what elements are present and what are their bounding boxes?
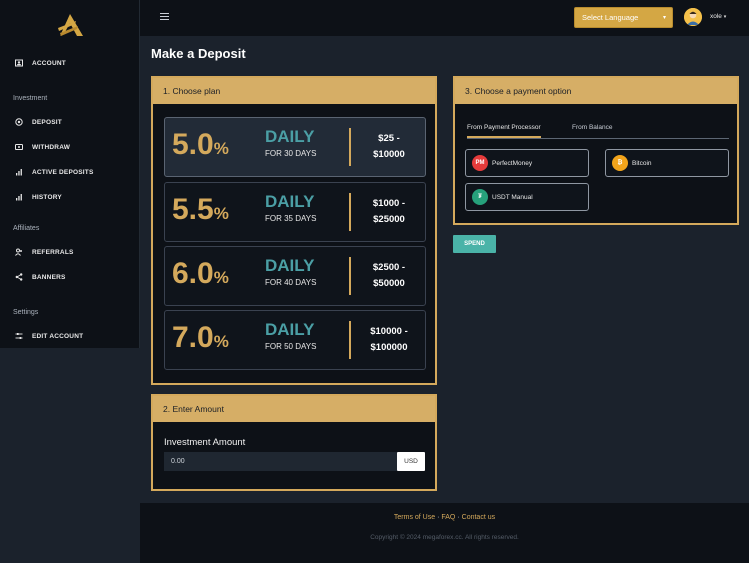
plan-rate: 7.0%	[172, 321, 229, 354]
sidebar-item-label: ACCOUNT	[32, 59, 66, 67]
plan-divider	[349, 193, 351, 231]
footer-links: Terms of Use · FAQ · Contact us	[140, 514, 749, 521]
chevron-down-icon: ▾	[662, 15, 666, 21]
hamburger-menu-icon[interactable]	[160, 13, 169, 21]
payment-option-perfectmoney[interactable]: PM PerfectMoney	[465, 149, 589, 177]
top-bar: Select Language ▾ xole ▾	[140, 0, 749, 36]
tab-payment-processor[interactable]: From Payment Processor	[467, 124, 541, 138]
investment-amount-label: Investment Amount	[164, 437, 246, 448]
sidebar-item-label: REFERRALS	[32, 248, 74, 256]
deposit-icon	[14, 117, 24, 127]
user-menu[interactable]: xole ▾	[710, 13, 726, 20]
withdraw-icon	[14, 142, 24, 152]
plan-price-range: $25 - $10000	[373, 132, 405, 160]
bar-chart-icon	[14, 192, 24, 202]
share-icon	[14, 272, 24, 282]
plan-rate: 6.0%	[172, 257, 229, 290]
plan-option[interactable]: 7.0% DAILY FOR 50 DAYS $10000 - $100000	[164, 310, 426, 370]
plan-rate: 5.5%	[172, 193, 229, 226]
payment-option-label: PerfectMoney	[492, 159, 533, 167]
sidebar-item-label: BANNERS	[32, 273, 66, 281]
footer-link-contact[interactable]: Contact us	[462, 514, 495, 521]
card-header: 2. Enter Amount	[153, 396, 435, 422]
plan-option[interactable]: 5.5% DAILY FOR 35 DAYS $1000 - $25000	[164, 182, 426, 242]
payment-option-card: 3. Choose a payment option From Payment …	[453, 76, 739, 225]
investment-amount-input[interactable]	[164, 452, 397, 471]
plan-option[interactable]: 6.0% DAILY FOR 40 DAYS $2500 - $50000	[164, 246, 426, 306]
plan-price-range: $1000 - $25000	[372, 197, 406, 225]
plan-duration: FOR 50 DAYS	[265, 342, 317, 351]
spend-button[interactable]: SPEND	[453, 235, 496, 253]
footer-link-faq[interactable]: FAQ	[441, 514, 455, 521]
sidebar-item-deposit[interactable]: DEPOSIT	[14, 115, 62, 129]
footer-separator: ·	[437, 514, 440, 521]
payment-tabs: From Payment Processor From Balance	[467, 122, 729, 139]
card-header: 1. Choose plan	[153, 78, 435, 104]
currency-badge: USD	[397, 452, 425, 471]
perfectmoney-icon: PM	[472, 155, 488, 171]
sidebar-item-label: HISTORY	[32, 193, 62, 201]
sidebar-item-label: WITHDRAW	[32, 143, 71, 151]
sidebar-section-affiliates: Affiliates	[13, 225, 40, 232]
sidebar-item-label: EDIT ACCOUNT	[32, 332, 84, 340]
language-select-label: Select Language	[582, 13, 639, 22]
plan-duration: FOR 40 DAYS	[265, 278, 317, 287]
sidebar-item-account[interactable]: ACCOUNT	[14, 56, 66, 70]
copyright: Copyright © 2024 megaforex.cc. All right…	[370, 534, 519, 541]
plan-divider	[349, 257, 351, 295]
plan-daily-label: DAILY	[265, 127, 315, 146]
plan-rate: 5.0%	[172, 128, 229, 161]
footer-link-terms[interactable]: Terms of Use	[394, 514, 435, 521]
payment-option-label: USDT Manual	[492, 193, 533, 201]
card-header: 3. Choose a payment option	[455, 78, 737, 104]
sidebar-section-investment: Investment	[13, 95, 48, 102]
users-icon	[14, 247, 24, 257]
plan-daily-label: DAILY	[265, 256, 315, 275]
sidebar: ACCOUNT Investment DEPOSIT WITHDRAW ACTI…	[0, 0, 140, 348]
plan-duration: FOR 30 DAYS	[265, 149, 317, 158]
account-icon	[14, 58, 24, 68]
payment-option-label: Bitcoin	[632, 159, 652, 167]
bitcoin-icon: ₿	[612, 155, 628, 171]
enter-amount-card: 2. Enter Amount Investment Amount USD	[151, 394, 437, 491]
sidebar-item-label: ACTIVE DEPOSITS	[32, 168, 94, 176]
plan-divider	[349, 321, 351, 359]
payment-option-bitcoin[interactable]: ₿ Bitcoin	[605, 149, 729, 177]
tether-icon: ₮	[472, 189, 488, 205]
bar-chart-icon	[14, 167, 24, 177]
plan-daily-label: DAILY	[265, 320, 315, 339]
sliders-icon	[14, 331, 24, 341]
sidebar-item-withdraw[interactable]: WITHDRAW	[14, 140, 70, 154]
sidebar-item-referrals[interactable]: REFERRALS	[14, 245, 74, 259]
tab-from-balance[interactable]: From Balance	[572, 124, 612, 131]
payment-option-usdt[interactable]: ₮ USDT Manual	[465, 183, 589, 211]
page-title: Make a Deposit	[151, 46, 246, 61]
sidebar-item-active-deposits[interactable]: ACTIVE DEPOSITS	[14, 165, 94, 179]
logo-icon[interactable]	[56, 12, 84, 38]
footer: Terms of Use · FAQ · Contact us Copyrigh…	[140, 503, 749, 563]
sidebar-item-label: DEPOSIT	[32, 118, 62, 126]
sidebar-item-banners[interactable]: BANNERS	[14, 270, 66, 284]
plan-daily-label: DAILY	[265, 192, 315, 211]
chevron-down-icon: ▾	[723, 14, 727, 20]
sidebar-section-settings: Settings	[13, 309, 39, 316]
avatar[interactable]	[684, 8, 702, 26]
choose-plan-card: 1. Choose plan 5.0% DAILY FOR 30 DAYS $2…	[151, 76, 437, 385]
language-select[interactable]: Select Language ▾	[574, 7, 673, 28]
plan-option[interactable]: 5.0% DAILY FOR 30 DAYS $25 - $10000	[164, 117, 426, 177]
footer-separator: ·	[457, 514, 460, 521]
plan-price-range: $2500 - $50000	[372, 261, 406, 289]
sidebar-item-edit-account[interactable]: EDIT ACCOUNT	[14, 329, 83, 343]
plan-price-range: $10000 - $100000	[370, 325, 408, 353]
username: xole	[710, 13, 722, 20]
sidebar-item-history[interactable]: HISTORY	[14, 190, 62, 204]
plan-divider	[349, 128, 351, 166]
plan-duration: FOR 35 DAYS	[265, 214, 317, 223]
